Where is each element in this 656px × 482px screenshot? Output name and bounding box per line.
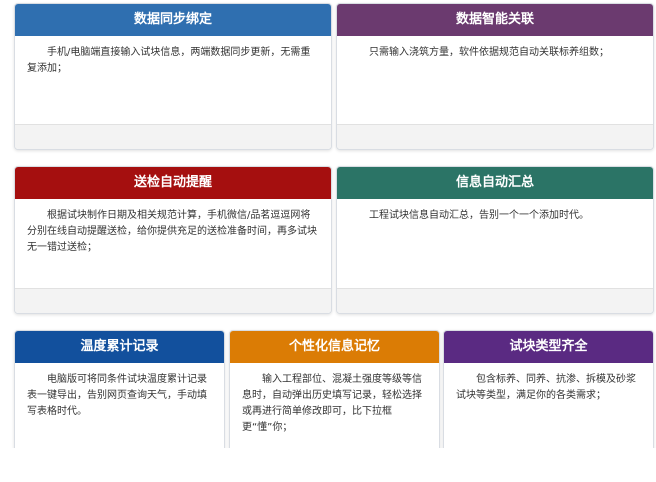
feature-card-data-sync: 数据同步绑定 手机/电脑端直接输入试块信息，两端数据同步更新，无需重复添加；: [14, 3, 332, 150]
feature-card-temperature-record: 温度累计记录 电脑版可将同条件试块温度累计记录表一键导出，告别网页查询天气，手动…: [14, 330, 225, 456]
card-title-temperature-record: 温度累计记录: [15, 331, 224, 363]
feature-card-inspection-reminder: 送检自动提醒 根据试块制作日期及相关规范计算，手机微信/品茗逗逗网将分别在线自动…: [14, 166, 332, 314]
card-footer: [15, 124, 331, 149]
card-text-personal-memory: 输入工程部位、混凝土强度等级等信息时，自动弹出历史填写记录，轻松选择或再进行简单…: [242, 374, 422, 433]
card-title-auto-summary: 信息自动汇总: [337, 167, 653, 199]
card-title-smart-link: 数据智能关联: [337, 4, 653, 36]
feature-card-personal-memory: 个性化信息记忆 输入工程部位、混凝土强度等级等信息时，自动弹出历史填写记录，轻松…: [229, 330, 440, 456]
feature-card-auto-summary: 信息自动汇总 工程试块信息自动汇总，告别一个一个添加时代。: [336, 166, 654, 314]
card-title-inspection-reminder: 送检自动提醒: [15, 167, 331, 199]
card-title-personal-memory: 个性化信息记忆: [230, 331, 439, 363]
card-title-data-sync: 数据同步绑定: [15, 4, 331, 36]
card-title-sample-types: 试块类型齐全: [444, 331, 653, 363]
card-footer: [337, 124, 653, 149]
card-text-smart-link: 只需输入浇筑方量，软件依据规范自动关联标养组数；: [369, 47, 609, 58]
card-text-sample-types: 包含标养、同养、抗渗、拆模及砂浆试块等类型，满足你的各类需求；: [456, 374, 636, 401]
card-text-inspection-reminder: 根据试块制作日期及相关规范计算，手机微信/品茗逗逗网将分别在线自动提醒送检，给你…: [27, 210, 317, 253]
card-text-data-sync: 手机/电脑端直接输入试块信息，两端数据同步更新，无需重复添加；: [27, 47, 311, 74]
card-text-auto-summary: 工程试块信息自动汇总，告别一个一个添加时代。: [369, 210, 589, 221]
bottom-fade: [0, 448, 656, 482]
card-footer: [337, 288, 653, 313]
card-text-temperature-record: 电脑版可将同条件试块温度累计记录表一键导出，告别网页查询天气，手动填写表格时代。: [27, 374, 207, 417]
card-footer: [15, 288, 331, 313]
feature-card-smart-link: 数据智能关联 只需输入浇筑方量，软件依据规范自动关联标养组数；: [336, 3, 654, 150]
feature-card-sample-types: 试块类型齐全 包含标养、同养、抗渗、拆模及砂浆试块等类型，满足你的各类需求；: [443, 330, 654, 456]
